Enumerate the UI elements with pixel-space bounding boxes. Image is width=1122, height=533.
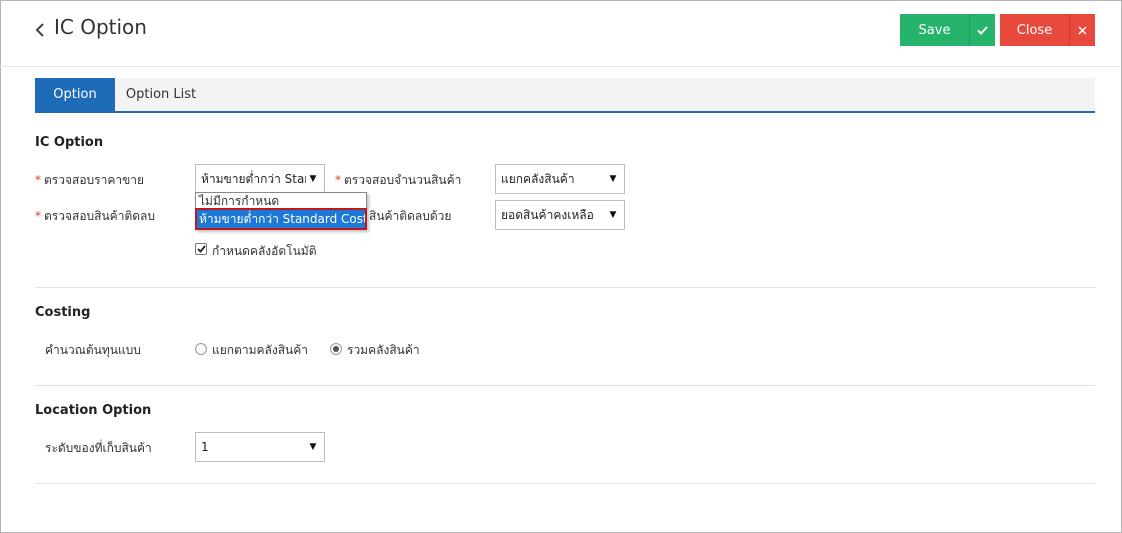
auto-warehouse-label: กำหนดคลังอัตโนมัติ [212,244,317,258]
costing-method-label: คำนวณต้นทุนแบบ [45,343,141,357]
section-divider [35,385,1095,386]
costing-combined-radio[interactable] [330,343,342,355]
section-divider [35,483,1095,484]
close-icon [1078,25,1087,35]
negative-check-label-partial: สินค้าติดลบด้วย [369,209,452,223]
chevron-left-icon[interactable] [33,20,47,40]
section-divider [35,287,1095,288]
caret-down-icon: ▼ [309,442,317,452]
costing-combined-label: รวมคลังสินค้า [347,343,420,357]
required-mark: * [335,173,341,187]
caret-down-icon: ▼ [609,174,617,184]
save-check-button[interactable] [969,14,995,46]
dropdown-option[interactable]: ไม่มีการกำหนด [196,193,366,209]
save-button[interactable]: Save [900,14,969,46]
costing-by-warehouse-radio[interactable] [195,343,207,355]
costing-section-title: Costing [35,305,91,320]
required-mark: * [35,209,41,223]
tab-option[interactable]: Option [35,78,115,111]
price-check-label: * ตรวจสอบราคาขาย [35,173,145,187]
page-header: IC Option Save Close [0,0,1120,67]
ic-option-section-title: IC Option [35,135,104,150]
close-x-button[interactable] [1069,14,1095,46]
price-check-dropdown-list: ไม่มีการกำหนด ห้ามขายต่ำกว่า Standard Co… [195,192,368,230]
qty-check-select[interactable]: แยกคลังสินค้า ▼ [495,164,625,194]
check-icon [977,25,988,35]
qty-check-label: * ตรวจสอบจำนวนสินค้า [335,173,462,187]
tab-bar: Option Option List [35,78,1095,113]
caret-down-icon: ▼ [609,210,617,220]
dropdown-option-highlighted[interactable]: ห้ามขายต่ำกว่า Standard Cost [195,208,368,230]
location-level-select[interactable]: 1 ▼ [195,432,325,462]
close-button[interactable]: Close [1000,14,1069,46]
tab-option-list[interactable]: Option List [115,78,207,111]
check-icon [196,245,206,253]
caret-down-icon: ▼ [309,174,317,184]
page-title: IC Option [54,15,147,39]
required-mark: * [35,173,41,187]
costing-by-warehouse-label: แยกตามคลังสินค้า [212,343,309,357]
negative-check-select[interactable]: ยอดสินค้าคงเหลือ ▼ [495,200,625,230]
location-level-label: ระดับของที่เก็บสินค้า [45,441,152,455]
location-section-title: Location Option [35,403,152,418]
auto-warehouse-checkbox[interactable] [195,243,207,255]
negative-check-label: * ตรวจสอบสินค้าติดลบ [35,209,156,223]
price-check-select[interactable]: ห้ามขายต่ำกว่า Standard Cost ▼ [195,164,325,194]
